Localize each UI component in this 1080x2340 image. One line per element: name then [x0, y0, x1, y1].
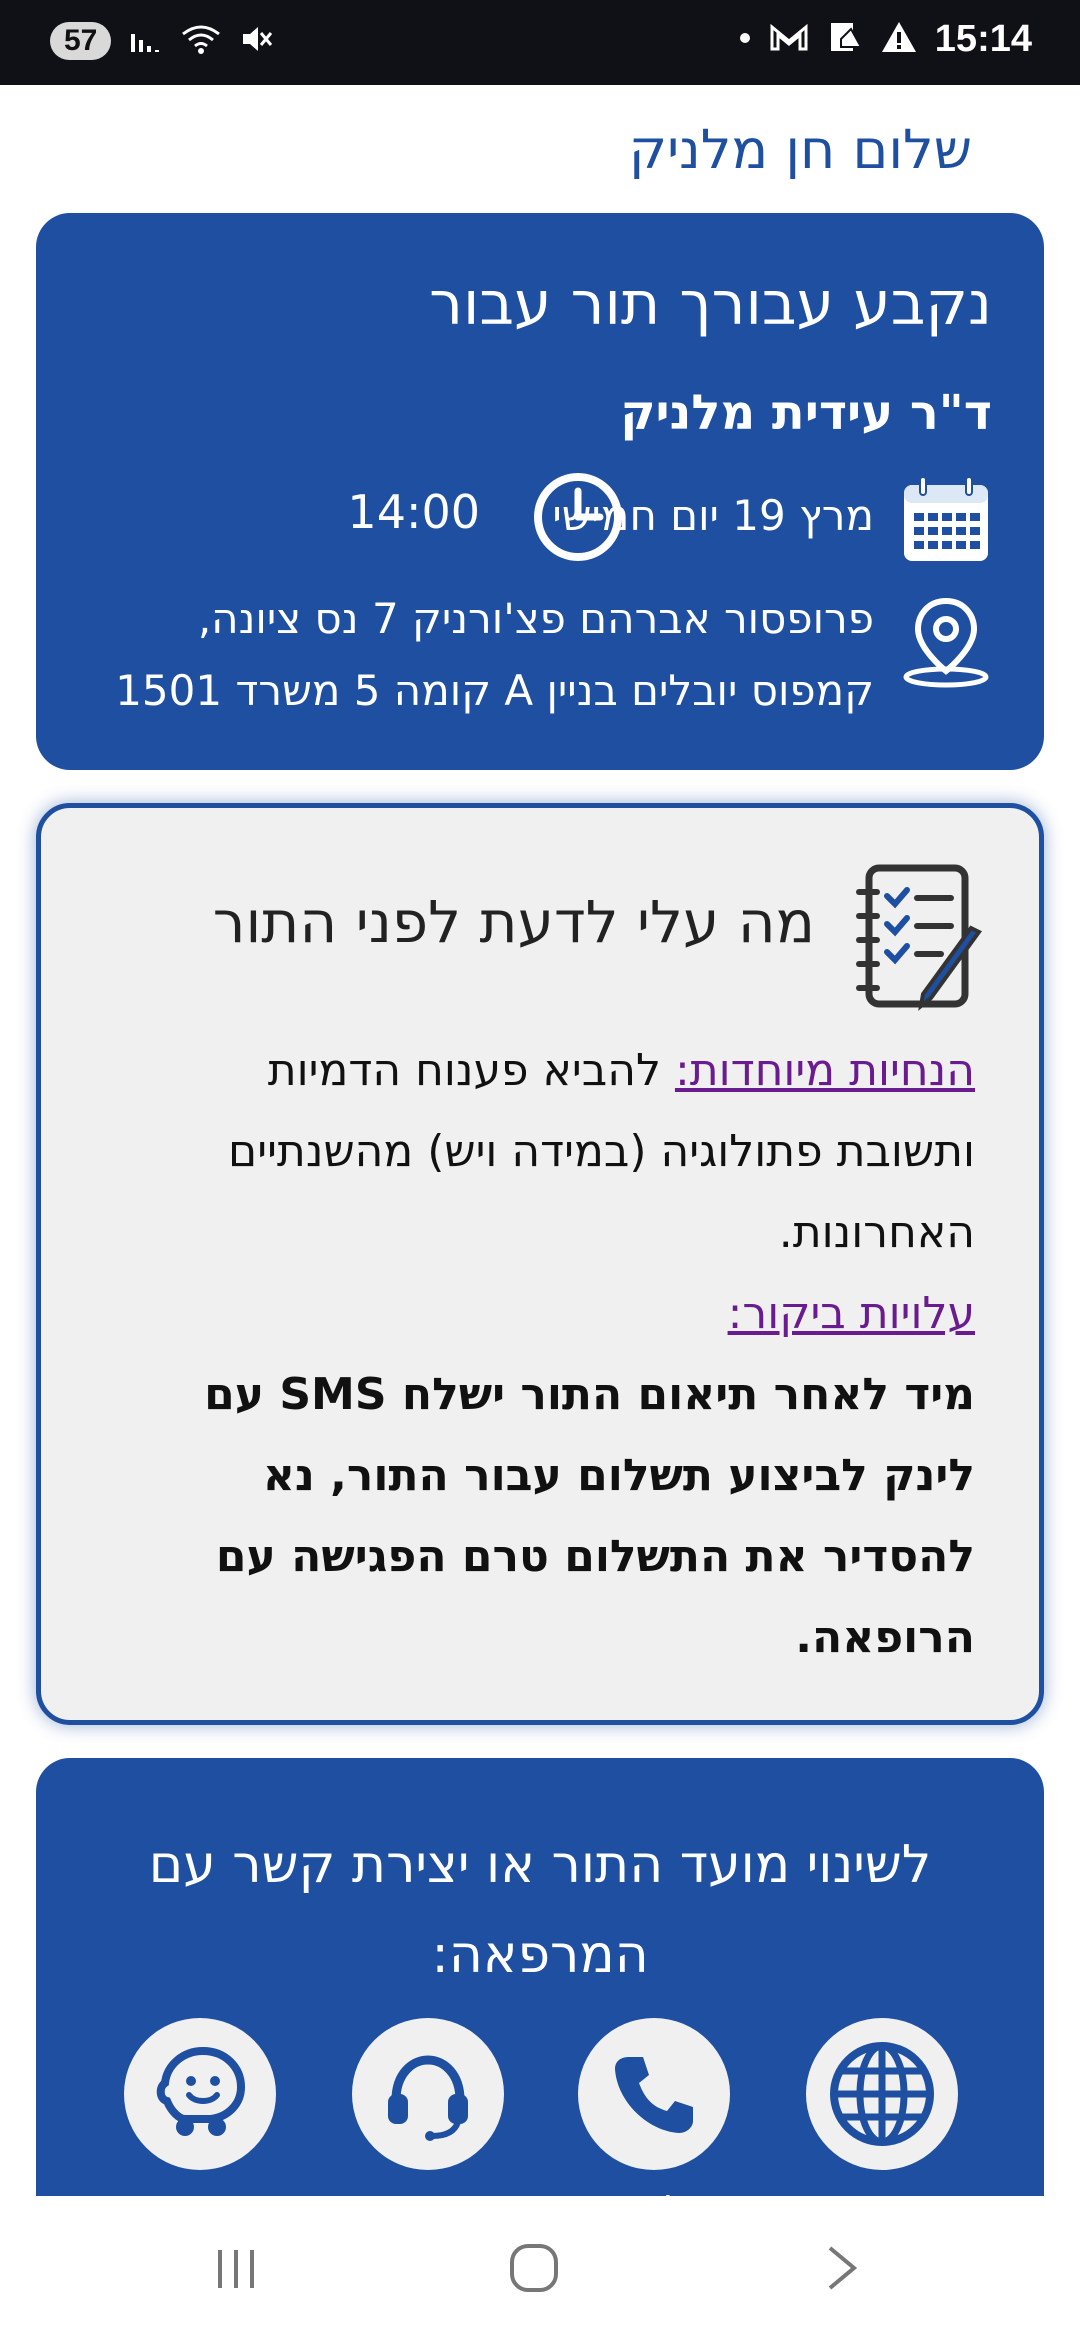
visit-costs-link[interactable]: עלויות ביקור:	[728, 1288, 975, 1339]
special-text-1: להביא פענוח הדמיות	[267, 1045, 675, 1096]
cost-line-4: הרופאה.	[795, 1612, 975, 1663]
system-navigation-bar	[0, 2196, 1080, 2340]
globe-icon	[830, 2042, 934, 2146]
waze-icon	[156, 2046, 246, 2136]
wifi-icon	[181, 23, 221, 59]
headset-icon	[388, 2055, 468, 2141]
doctor-name: ד"ר עידית מלניק	[620, 385, 992, 441]
back-button[interactable]	[810, 2238, 870, 2302]
image-notification-icon	[827, 19, 863, 60]
mute-icon	[239, 23, 273, 59]
appointment-card: נקבע עבורך תור עבור ד"ר עידית מלניק מרץ …	[36, 213, 1044, 770]
instructions-card: מה עלי לדעת לפני התור הנחיות מיוחדות: לה…	[36, 803, 1044, 1725]
appointment-title: נקבע עבורך תור עבור	[429, 269, 992, 339]
status-bar: 57 15:14	[0, 0, 1080, 85]
instructions-body: הנחיות מיוחדות: להביא פענוח הדמיות ותשוב…	[75, 1030, 975, 1678]
special-instructions-link[interactable]: הנחיות מיוחדות:	[675, 1045, 975, 1096]
checklist-notebook-icon	[851, 858, 991, 1022]
home-icon	[510, 2244, 558, 2292]
call-button[interactable]	[578, 2018, 730, 2170]
recent-apps-button[interactable]	[206, 2238, 266, 2302]
warning-icon	[881, 20, 917, 59]
special-text-3: האחרונות.	[778, 1207, 975, 1258]
signal-bars-icon	[129, 24, 163, 58]
home-button[interactable]	[504, 2238, 564, 2302]
calendar-icon	[900, 473, 992, 569]
call-center-button[interactable]	[352, 2018, 504, 2170]
chevron-right-icon	[828, 2246, 858, 2290]
appointment-time: 14:00	[347, 485, 480, 539]
cost-line-1: מיד לאחר תיאום התור ישלח SMS עם	[204, 1369, 975, 1420]
cost-line-3: להסדיר את התשלום טרם הפגישה עם	[215, 1531, 975, 1582]
appointment-address: פרופסור אברהם פצ'ורניק 7 נס ציונה, קמפוס…	[54, 583, 874, 727]
phone-icon	[615, 2057, 693, 2133]
address-line-1: פרופסור אברהם פצ'ורניק 7 נס ציונה,	[197, 594, 874, 643]
address-line-2: קמפוס יובלים בניין A קומה 5 משרד 1501	[115, 666, 874, 715]
cost-line-2: לינק לביצוע תשלום עבור התור, נא	[262, 1450, 975, 1501]
instructions-title: מה עלי לדעת לפני התור	[212, 888, 815, 956]
status-time: 15:14	[934, 18, 1032, 60]
contact-card: לשינוי מועד התור או יצירת קשר עם המרפאה:	[36, 1758, 1044, 2198]
special-text-2: ותשובת פתולוגיה (במידה ויש) מהשנתיים	[228, 1126, 975, 1177]
clock-icon	[532, 471, 624, 567]
contact-title: לשינוי מועד התור או יצירת קשר עם המרפאה:	[148, 1835, 932, 1985]
gmail-icon	[769, 21, 809, 58]
waze-navigation-button[interactable]	[124, 2018, 276, 2170]
location-pin-icon	[898, 593, 994, 693]
notification-count-badge: 57	[50, 22, 112, 60]
dot-icon	[739, 31, 751, 49]
recents-icon	[218, 2250, 254, 2288]
website-button[interactable]	[806, 2018, 958, 2170]
greeting-text: שלום חן מלניק	[628, 118, 972, 181]
